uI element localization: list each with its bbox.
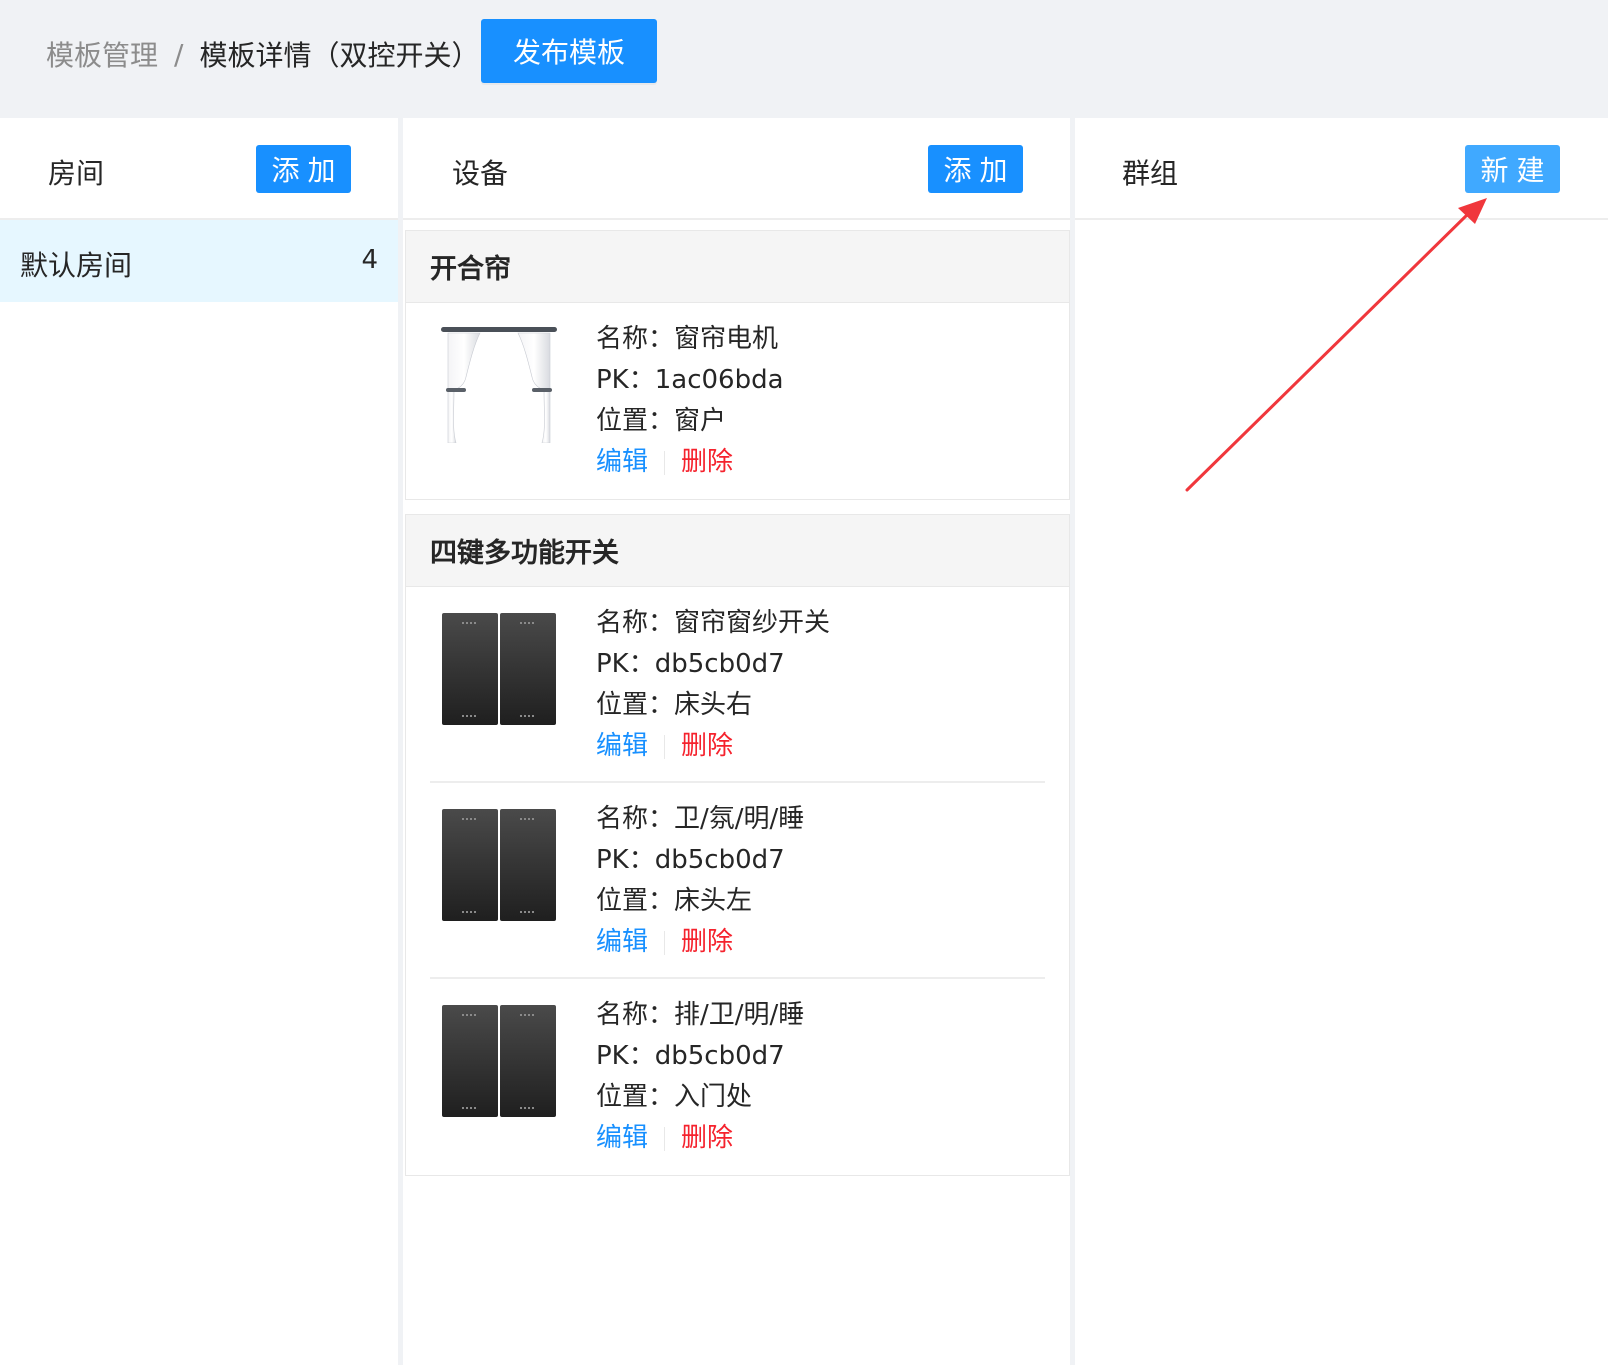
breadcrumb-current: 模板详情（双控开关） (199, 39, 480, 72)
device-item: 名称：窗帘电机 PK：1ac06bda 位置：窗户 编辑 删除 (430, 303, 1045, 499)
edit-device-link[interactable]: 编辑 (596, 1118, 648, 1159)
device-position: 位置：入门处 (596, 1082, 753, 1112)
device-info: 名称：窗帘窗纱开关 PK：db5cb0d7 位置：床头右 编辑 删除 (596, 603, 830, 767)
action-divider (664, 734, 666, 759)
top-bar: 模板管理 / 模板详情（双控开关） 发布模板 (0, 0, 1608, 118)
delete-device-link[interactable]: 删除 (681, 922, 733, 963)
room-name: 默认房间 (20, 249, 133, 282)
breadcrumb: 模板管理 / 模板详情（双控开关） (46, 34, 479, 74)
device-actions: 编辑 删除 (596, 442, 784, 483)
delete-device-link[interactable]: 删除 (681, 442, 733, 483)
device-name: 名称：卫/氛/明/睡 (596, 804, 805, 834)
switch-panel-icon (442, 613, 556, 725)
delete-device-link[interactable]: 删除 (681, 726, 733, 767)
groups-panel-header: 群组 新建 (1075, 118, 1608, 220)
rooms-panel-header: 房间 添加 (0, 118, 398, 220)
device-group-title: 开合帘 (406, 231, 1069, 303)
device-pk: PK：1ac06bda (596, 365, 784, 395)
breadcrumb-template-management[interactable]: 模板管理 (46, 34, 158, 74)
device-pk: PK：db5cb0d7 (596, 649, 785, 679)
devices-panel-header: 设备 添加 (403, 118, 1070, 220)
publish-template-button[interactable]: 发布模板 (481, 19, 657, 83)
device-actions: 编辑 删除 (596, 726, 830, 767)
device-actions: 编辑 删除 (596, 922, 804, 963)
edit-device-link[interactable]: 编辑 (596, 726, 648, 767)
device-item: 名称：窗帘窗纱开关 PK：db5cb0d7 位置：床头右 编辑 删除 (430, 587, 1045, 783)
add-device-button[interactable]: 添加 (928, 145, 1023, 193)
device-list: 开合帘 名称：窗帘电机 PK：1ac06bda 位置：窗户 编辑 删除 四键多功… (403, 220, 1070, 1176)
device-name: 名称：排/卫/明/睡 (596, 1000, 805, 1030)
curtain-icon (441, 327, 557, 443)
new-group-button[interactable]: 新建 (1465, 145, 1560, 193)
delete-device-link[interactable]: 删除 (681, 1118, 733, 1159)
rooms-panel-title: 房间 (48, 157, 105, 190)
device-item: 名称：排/卫/明/睡 PK：db5cb0d7 位置：入门处 编辑 删除 (430, 979, 1045, 1175)
device-info: 名称：窗帘电机 PK：1ac06bda 位置：窗户 编辑 删除 (596, 319, 784, 483)
device-position: 位置：床头右 (596, 690, 753, 720)
device-group-switch: 四键多功能开关 名称：窗帘窗纱开关 PK：db5cb0d7 位置：床头右 编辑 … (405, 514, 1070, 1176)
device-item: 名称：卫/氛/明/睡 PK：db5cb0d7 位置：床头左 编辑 删除 (430, 783, 1045, 979)
device-pk: PK：db5cb0d7 (596, 845, 785, 875)
device-actions: 编辑 删除 (596, 1118, 804, 1159)
device-position: 位置：床头左 (596, 886, 753, 916)
groups-panel: 群组 新建 (1075, 118, 1608, 1365)
action-divider (664, 930, 666, 955)
device-pk: PK：db5cb0d7 (596, 1041, 785, 1071)
devices-panel: 设备 添加 开合帘 名称：窗帘电机 PK：1ac06bda 位置：窗户 编辑 删… (403, 118, 1070, 1365)
device-name: 名称：窗帘窗纱开关 (596, 608, 831, 638)
edit-device-link[interactable]: 编辑 (596, 922, 648, 963)
switch-panel-icon (442, 1005, 556, 1117)
action-divider (664, 1126, 666, 1151)
add-room-button[interactable]: 添加 (256, 145, 351, 193)
device-group-curtain: 开合帘 名称：窗帘电机 PK：1ac06bda 位置：窗户 编辑 删除 (405, 230, 1070, 500)
breadcrumb-separator: / (174, 37, 184, 71)
groups-panel-title: 群组 (1122, 157, 1179, 190)
edit-device-link[interactable]: 编辑 (596, 442, 648, 483)
device-position: 位置：窗户 (596, 406, 727, 436)
room-device-count: 4 (361, 245, 378, 275)
rooms-panel: 房间 添加 默认房间 4 (0, 118, 398, 1365)
devices-panel-title: 设备 (452, 157, 509, 190)
device-name: 名称：窗帘电机 (596, 324, 779, 354)
room-item-default[interactable]: 默认房间 4 (0, 220, 398, 302)
device-info: 名称：卫/氛/明/睡 PK：db5cb0d7 位置：床头左 编辑 删除 (596, 799, 804, 963)
action-divider (664, 450, 666, 475)
device-info: 名称：排/卫/明/睡 PK：db5cb0d7 位置：入门处 编辑 删除 (596, 995, 804, 1159)
switch-panel-icon (442, 809, 556, 921)
device-group-title: 四键多功能开关 (406, 515, 1069, 587)
